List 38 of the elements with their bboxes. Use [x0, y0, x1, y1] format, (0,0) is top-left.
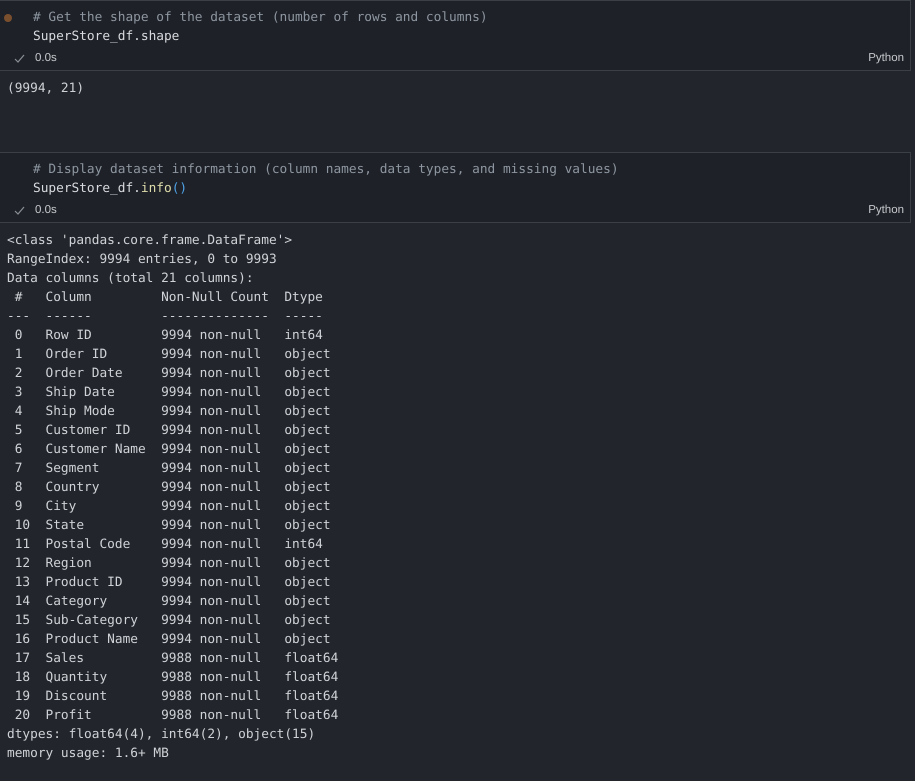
- execution-time: 0.0s: [35, 204, 57, 216]
- output-line: 7 Segment 9994 non-null object: [14, 460, 332, 478]
- output-line: RangeIndex: 9994 entries, 0 to 9993: [7, 251, 278, 269]
- output-line: 19 Discount 9988 non-null float64: [14, 688, 340, 706]
- output-line: <class 'pandas.core.frame.DataFrame'>: [7, 232, 294, 250]
- output-line: 5 Customer ID 9994 non-null object: [14, 422, 332, 440]
- modified-indicator-icon: [4, 14, 12, 22]
- code-line: SuperStore_df.info(): [33, 180, 188, 198]
- output-line: 0 Row ID 9994 non-null int64: [14, 327, 324, 345]
- output-line: 12 Region 9994 non-null object: [14, 555, 332, 573]
- output-line: 10 State 9994 non-null object: [14, 517, 332, 535]
- output-line: 6 Customer Name 9994 non-null object: [14, 441, 332, 459]
- output-line: 8 Country 9994 non-null object: [14, 479, 332, 497]
- code-line: # Display dataset information (column names, data types, and missing values): [33, 161, 620, 179]
- execution-time: 0.0s: [35, 52, 57, 64]
- output-line: 2 Order Date 9994 non-null object: [14, 365, 332, 383]
- language-label[interactable]: Python: [868, 204, 904, 216]
- output-line: 4 Ship Mode 9994 non-null object: [14, 403, 332, 421]
- output-line: 20 Profit 9988 non-null float64: [14, 707, 340, 725]
- output-line: 9 City 9994 non-null object: [14, 498, 332, 516]
- output-line: 11 Postal Code 9994 non-null int64: [14, 536, 324, 554]
- language-label[interactable]: Python: [868, 52, 904, 64]
- output-line: dtypes: float64(4), int64(2), object(15): [7, 726, 316, 744]
- output-line: 15 Sub-Category 9994 non-null object: [14, 612, 332, 630]
- output-line: 17 Sales 9988 non-null float64: [14, 650, 340, 668]
- output-line: 16 Product Name 9994 non-null object: [14, 631, 332, 649]
- code-line: SuperStore_df.shape: [33, 28, 180, 46]
- output-line: Data columns (total 21 columns):: [7, 270, 255, 288]
- output-line: # Column Non-Null Count Dtype: [14, 289, 324, 307]
- output-line: 3 Ship Date 9994 non-null object: [14, 384, 332, 402]
- output-line: --- ------ -------------- -----: [7, 308, 324, 326]
- output-line: 13 Product ID 9994 non-null object: [14, 574, 332, 592]
- output-line: 1 Order ID 9994 non-null object: [14, 346, 332, 364]
- output-line: 18 Quantity 9988 non-null float64: [14, 669, 340, 687]
- output-line: (9994, 21): [7, 80, 86, 98]
- output-line: 14 Category 9994 non-null object: [14, 593, 332, 611]
- code-line: # Get the shape of the dataset (number of rows and columns): [33, 9, 489, 27]
- output-line: memory usage: 1.6+ MB: [7, 745, 170, 763]
